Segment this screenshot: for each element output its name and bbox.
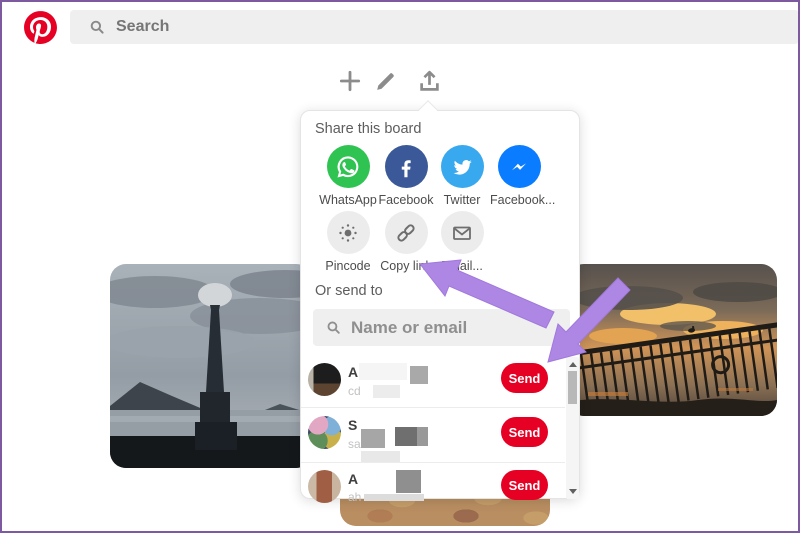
share-target-label: Facebook... <box>490 193 548 207</box>
board-pin-sunset-fence-photo[interactable] <box>568 264 777 416</box>
send-button[interactable]: Send <box>501 363 548 393</box>
pinterest-window: Share this board WhatsApp Facebook <box>0 0 800 533</box>
search-icon <box>325 319 342 336</box>
redacted-badge <box>395 427 417 446</box>
contact-search-bar[interactable] <box>313 309 570 346</box>
scrollbar-thumb[interactable] <box>568 371 577 404</box>
pinterest-logo-icon <box>24 11 57 44</box>
share-target-copy-link[interactable]: Copy link <box>377 211 435 273</box>
redacted-badge <box>396 470 421 493</box>
share-icon <box>416 68 443 95</box>
scroll-down-icon[interactable] <box>569 489 577 494</box>
redacted-badge <box>417 427 428 446</box>
share-target-facebook[interactable]: Facebook <box>377 145 435 207</box>
board-pin-lamppost-photo[interactable] <box>110 264 312 468</box>
edit-board-button[interactable] <box>370 66 400 96</box>
send-button[interactable]: Send <box>501 470 548 500</box>
contact-row[interactable]: S sa Send <box>301 407 565 462</box>
send-button[interactable]: Send <box>501 417 548 447</box>
share-target-label: WhatsApp <box>319 193 377 207</box>
contact-name: A <box>348 471 358 487</box>
share-target-twitter[interactable]: Twitter <box>433 145 491 207</box>
share-target-messenger[interactable]: Facebook... <box>490 145 548 207</box>
redacted-name <box>359 363 407 380</box>
share-target-label: Facebook <box>377 193 435 207</box>
facebook-icon <box>385 145 428 188</box>
global-search-bar[interactable] <box>70 10 799 44</box>
scroll-up-icon[interactable] <box>569 362 577 367</box>
contact-handle: sa <box>348 437 361 451</box>
redacted-handle <box>364 494 424 501</box>
contact-list-scrollbar[interactable] <box>566 357 579 499</box>
messenger-icon <box>498 145 541 188</box>
share-target-email[interactable]: Email... <box>433 211 491 273</box>
redacted-badge <box>410 366 428 384</box>
pincode-icon <box>327 211 370 254</box>
contact-handle: ah <box>348 490 361 504</box>
share-target-whatsapp[interactable]: WhatsApp <box>319 145 377 207</box>
pencil-icon <box>372 68 399 95</box>
popup-caret <box>418 100 438 120</box>
contact-row[interactable]: A ah Send <box>301 462 565 500</box>
plus-icon <box>337 68 363 94</box>
share-target-label: Pincode <box>319 259 377 273</box>
contact-name: S <box>348 417 357 433</box>
share-board-popup: Share this board WhatsApp Facebook <box>300 110 580 499</box>
share-target-label: Twitter <box>433 193 491 207</box>
share-board-button[interactable] <box>414 66 444 96</box>
avatar <box>308 470 341 503</box>
contact-handle: cd <box>348 384 361 398</box>
search-input[interactable] <box>116 18 716 36</box>
search-icon <box>88 18 106 36</box>
or-send-to-label: Or send to <box>315 283 383 299</box>
email-icon <box>441 211 484 254</box>
contact-search-input[interactable] <box>351 318 541 338</box>
share-target-pincode[interactable]: Pincode <box>319 211 377 273</box>
redacted-handle <box>361 451 400 462</box>
pinterest-logo[interactable] <box>24 11 57 44</box>
sunset-fence-image <box>568 264 777 416</box>
popup-title: Share this board <box>315 121 421 137</box>
avatar <box>308 363 341 396</box>
share-target-label: Copy link <box>377 259 435 273</box>
redacted-badge <box>361 429 385 448</box>
redacted-handle <box>373 385 400 398</box>
share-target-label: Email... <box>433 259 491 273</box>
contact-row[interactable]: A cd Send <box>301 357 565 407</box>
add-pin-button[interactable] <box>335 66 365 96</box>
twitter-icon <box>441 145 484 188</box>
whatsapp-icon <box>327 145 370 188</box>
contact-name: A <box>348 364 358 380</box>
copy-link-icon <box>385 211 428 254</box>
lamppost-photo-image <box>110 264 312 468</box>
avatar <box>308 416 341 449</box>
